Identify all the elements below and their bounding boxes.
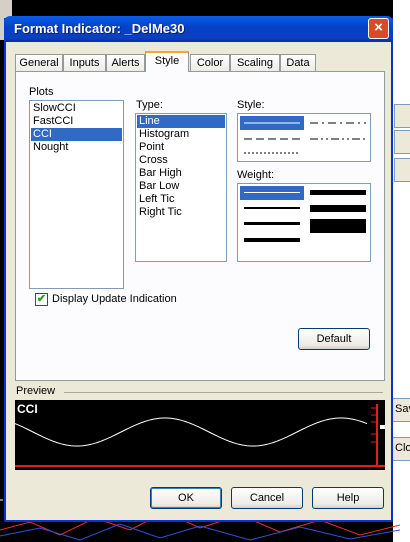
preview-separator bbox=[64, 392, 383, 393]
preview-plot bbox=[15, 404, 385, 467]
style-selector[interactable] bbox=[237, 113, 371, 162]
preview-label: Preview bbox=[16, 385, 56, 397]
type-listbox[interactable]: Line Histogram Point Cross Bar High Bar … bbox=[135, 113, 227, 262]
default-button[interactable]: Default bbox=[298, 328, 370, 350]
title-bar[interactable]: Format Indicator: _DelMe30 × bbox=[4, 16, 393, 42]
style-option-dot[interactable] bbox=[240, 146, 304, 160]
style-label: Style: bbox=[237, 99, 265, 111]
type-item-right-tic[interactable]: Right Tic bbox=[137, 206, 225, 219]
plot-item-fastcci[interactable]: FastCCI bbox=[31, 115, 122, 128]
weight-option-6[interactable] bbox=[310, 205, 366, 212]
type-item-bar-low[interactable]: Bar Low bbox=[137, 180, 225, 193]
type-item-cross[interactable]: Cross bbox=[137, 154, 225, 167]
tab-general[interactable]: General bbox=[15, 54, 63, 71]
preview-plot-line bbox=[15, 417, 368, 447]
preview-chart: CCI bbox=[15, 400, 385, 470]
style-tab-panel: Plots SlowCCI FastCCI CCI Nought Type: L… bbox=[15, 71, 385, 381]
tab-data[interactable]: Data bbox=[280, 54, 316, 71]
close-icon: × bbox=[374, 19, 383, 36]
weight-option-1[interactable] bbox=[240, 186, 304, 200]
display-update-label[interactable]: Display Update Indication bbox=[52, 293, 177, 305]
weight-option-2[interactable] bbox=[244, 207, 300, 209]
plot-item-cci[interactable]: CCI bbox=[31, 128, 122, 141]
format-indicator-dialog: Format Indicator: _DelMe30 × General Inp… bbox=[4, 16, 393, 522]
type-item-left-tic[interactable]: Left Tic bbox=[137, 193, 225, 206]
checkmark-icon: ✔ bbox=[36, 293, 47, 305]
tab-style[interactable]: Style bbox=[145, 51, 189, 72]
help-button[interactable]: Help bbox=[312, 487, 384, 509]
solid-line-icon bbox=[244, 122, 300, 124]
cancel-button[interactable]: Cancel bbox=[231, 487, 303, 509]
weight-label: Weight: bbox=[237, 169, 275, 181]
style-option-solid[interactable] bbox=[240, 116, 304, 130]
weight-selector[interactable] bbox=[237, 183, 371, 262]
weight-option-4[interactable] bbox=[244, 238, 300, 242]
tab-alerts[interactable]: Alerts bbox=[106, 54, 145, 71]
window-title: Format Indicator: _DelMe30 bbox=[14, 21, 185, 36]
ok-button[interactable]: OK bbox=[150, 487, 222, 509]
style-option-dash[interactable] bbox=[240, 132, 304, 146]
tab-color[interactable]: Color bbox=[190, 54, 230, 71]
plot-item-slowcci[interactable]: SlowCCI bbox=[31, 102, 122, 115]
plots-label: Plots bbox=[29, 86, 54, 98]
style-option-dash-dot[interactable] bbox=[306, 116, 370, 130]
style-option-dash-dot-dot[interactable] bbox=[306, 132, 370, 146]
close-button[interactable]: × bbox=[368, 18, 389, 39]
weight-option-5[interactable] bbox=[310, 190, 366, 195]
plots-listbox[interactable]: SlowCCI FastCCI CCI Nought bbox=[29, 100, 124, 289]
type-label: Type: bbox=[136, 99, 163, 111]
type-item-bar-high[interactable]: Bar High bbox=[137, 167, 225, 180]
display-update-checkbox[interactable]: ✔ bbox=[35, 293, 48, 306]
weight-option-7[interactable] bbox=[310, 219, 366, 233]
type-item-histogram[interactable]: Histogram bbox=[137, 128, 225, 141]
preview-last-value-marker bbox=[380, 425, 385, 429]
tab-inputs[interactable]: Inputs bbox=[63, 54, 106, 71]
type-item-line[interactable]: Line bbox=[137, 115, 225, 128]
plot-item-nought[interactable]: Nought bbox=[31, 141, 122, 154]
tab-scaling[interactable]: Scaling bbox=[230, 54, 280, 71]
type-item-point[interactable]: Point bbox=[137, 141, 225, 154]
weight-1-line-icon bbox=[244, 192, 300, 193]
weight-option-3[interactable] bbox=[244, 222, 300, 225]
